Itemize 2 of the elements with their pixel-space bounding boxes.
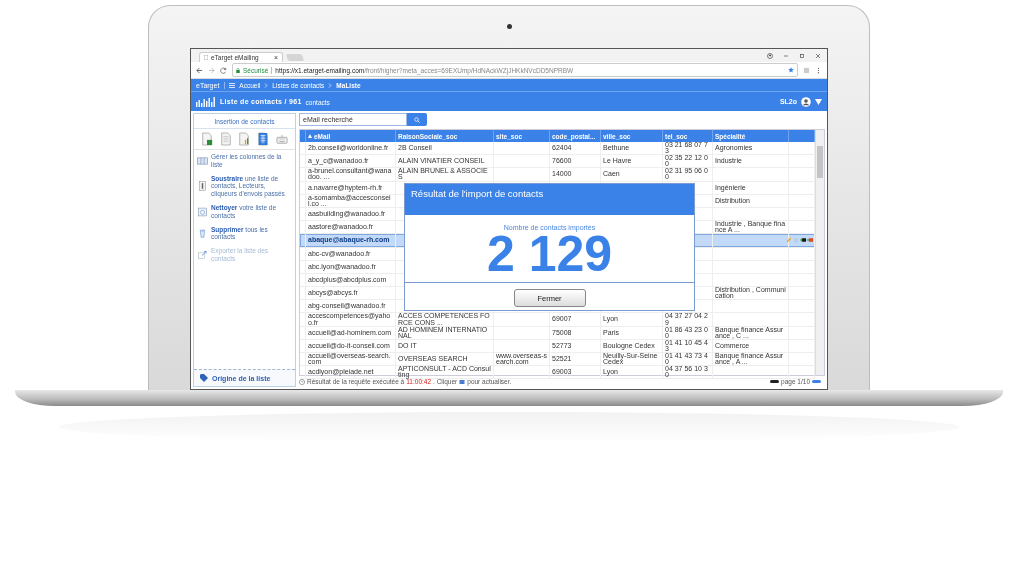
dialog-title: Résultat de l'import de contacts [405,184,694,215]
imported-count: 2 129 [486,231,613,277]
